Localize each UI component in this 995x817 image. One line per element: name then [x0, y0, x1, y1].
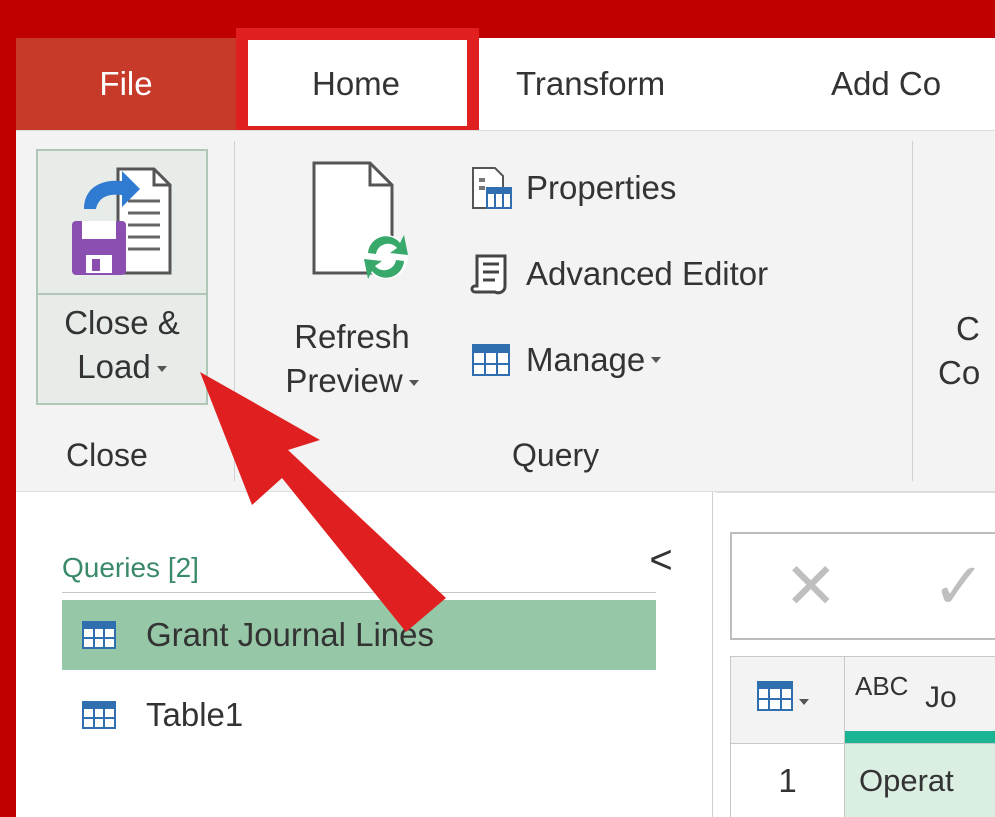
- column-quality-bar: [845, 731, 995, 743]
- refresh-line2: Preview: [252, 361, 452, 401]
- refresh-line2-text: Preview: [285, 362, 403, 399]
- pane-splitter[interactable]: [712, 492, 713, 817]
- manage-button[interactable]: Manage: [468, 337, 662, 383]
- table-cell[interactable]: Operat: [845, 744, 995, 817]
- refresh-preview-button[interactable]: Refresh Preview: [252, 141, 452, 407]
- close-and-load-icon: [72, 167, 172, 275]
- chevron-down-icon: [651, 357, 662, 363]
- group-divider: [234, 141, 235, 481]
- text-type-icon[interactable]: ABC: [855, 671, 908, 702]
- table-icon: [82, 701, 116, 729]
- refresh-icon: [312, 161, 408, 279]
- query-item-table1[interactable]: Table1: [62, 680, 656, 750]
- properties-label: Properties: [526, 169, 677, 206]
- properties-icon: [468, 165, 514, 211]
- table-menu-button[interactable]: [731, 657, 845, 744]
- query-item-grant-journal-lines[interactable]: Grant Journal Lines: [62, 600, 656, 670]
- group-divider: [912, 141, 913, 481]
- manage-label: Manage: [526, 341, 646, 378]
- table-icon: [757, 681, 809, 711]
- next-group-line1[interactable]: C: [956, 309, 980, 349]
- row-number: 1: [731, 744, 845, 817]
- tab-transform[interactable]: Transform: [516, 38, 665, 130]
- next-group-line2[interactable]: Co: [938, 353, 980, 393]
- chevron-down-icon: [156, 366, 167, 373]
- advanced-editor-button[interactable]: Advanced Editor: [468, 251, 768, 297]
- group-label-close: Close: [66, 437, 148, 473]
- split-divider: [38, 293, 206, 295]
- home-tab-highlight: [236, 28, 479, 138]
- group-label-query: Query: [512, 437, 600, 473]
- data-grid: ABC Jo 1 Operat: [730, 656, 995, 817]
- collapse-pane-button[interactable]: <: [644, 540, 678, 580]
- refresh-line1: Refresh: [294, 318, 410, 355]
- close-load-line2: Load: [38, 347, 206, 387]
- table-icon: [82, 621, 116, 649]
- query-item-label: Table1: [146, 696, 244, 733]
- close-load-line2-text: Load: [77, 348, 151, 385]
- column-header[interactable]: ABC Jo: [845, 657, 995, 744]
- query-item-label: Grant Journal Lines: [146, 616, 434, 653]
- power-query-editor: File Home Transform Add Co Close & Load …: [16, 0, 995, 817]
- queries-pane-title: Queries [2]: [62, 552, 199, 583]
- column-name: Jo: [925, 681, 957, 714]
- commit-formula-icon[interactable]: ✓: [932, 546, 986, 626]
- tab-add-column[interactable]: Add Co: [831, 38, 941, 130]
- ribbon: Close & Load Close Refresh Preview Prope…: [16, 130, 995, 493]
- queries-pane: Queries [2] < Grant Journal Lines Table1: [16, 492, 716, 817]
- formula-bar: ✕ ✓: [730, 532, 995, 640]
- tab-file[interactable]: File: [16, 38, 236, 130]
- chevron-down-icon: [408, 380, 419, 387]
- pane-divider: [62, 592, 656, 593]
- advanced-editor-label: Advanced Editor: [526, 255, 769, 292]
- close-and-load-button[interactable]: Close & Load: [36, 149, 208, 405]
- close-load-line1: Close &: [64, 304, 180, 341]
- cancel-formula-icon[interactable]: ✕: [784, 546, 838, 626]
- title-strip: [16, 0, 995, 38]
- table-icon: [468, 337, 514, 383]
- advanced-editor-icon: [468, 251, 514, 297]
- properties-button[interactable]: Properties: [468, 165, 676, 211]
